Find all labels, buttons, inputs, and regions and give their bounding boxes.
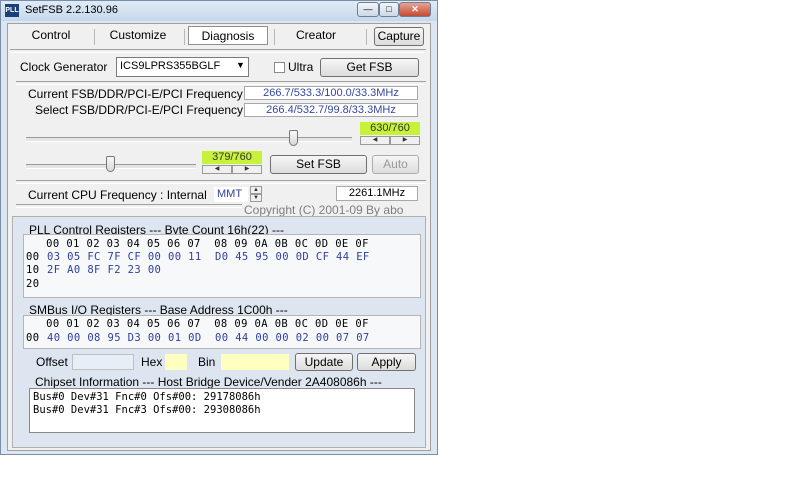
close-button[interactable]: ✕ xyxy=(399,2,431,17)
ultra-label: Ultra xyxy=(288,60,314,74)
fsb-slider-fine[interactable] xyxy=(26,152,196,176)
clock-generator-select[interactable]: ICS9LPRS355BGLF ▼ xyxy=(116,57,249,77)
clock-generator-value: ICS9LPRS355BGLF xyxy=(120,60,221,72)
offset-label: Offset xyxy=(36,355,68,369)
set-fsb-button[interactable]: Set FSB xyxy=(270,155,367,174)
fsb-slider-fine-readout: 379/760 xyxy=(202,151,262,164)
minimize-button[interactable]: — xyxy=(357,2,379,17)
bin-label: Bin xyxy=(198,355,216,369)
slider-thumb[interactable] xyxy=(106,156,115,172)
pll-row-bytes[interactable]: 03 05 FC 7F CF 00 00 11 D0 45 95 00 0D C… xyxy=(47,251,370,264)
get-fsb-button[interactable]: Get FSB xyxy=(320,58,419,77)
tab-separator xyxy=(274,29,275,45)
tab-separator xyxy=(184,29,185,45)
chevron-down-icon: ▼ xyxy=(236,60,245,70)
offset-input[interactable] xyxy=(72,354,134,370)
tab-customize[interactable]: Customize xyxy=(98,26,178,45)
divider xyxy=(16,81,426,85)
fsb-slider-coarse[interactable] xyxy=(26,127,352,149)
tab-creator[interactable]: Creator xyxy=(278,26,354,45)
clock-generator-label: Clock Generator xyxy=(20,60,108,74)
capture-button[interactable]: Capture xyxy=(374,27,424,46)
fsb-slider-coarse-readout: 630/760 xyxy=(360,122,420,135)
auto-button[interactable]: Auto xyxy=(372,155,419,174)
bin-input[interactable] xyxy=(221,354,289,370)
chipset-info-line: Bus#0 Dev#31 Fnc#3 Ofs#00: 29308086h xyxy=(33,404,261,416)
copyright-text: Copyright (C) 2001-09 By abo xyxy=(244,203,404,217)
smbus-column-header: 00 01 02 03 04 05 06 07 08 09 0A 0B 0C 0… xyxy=(26,318,369,330)
current-frequency-value: 266.7/533.3/100.0/33.3MHz xyxy=(244,86,418,100)
slider-thumb[interactable] xyxy=(289,130,298,146)
divider xyxy=(10,49,426,53)
maximize-button[interactable]: □ xyxy=(379,2,399,17)
tab-control[interactable]: Control xyxy=(14,26,88,45)
smbus-row-bytes[interactable]: 40 00 08 95 D3 00 01 0D 00 44 00 00 02 0… xyxy=(47,332,370,345)
divider xyxy=(16,204,242,208)
update-button[interactable]: Update xyxy=(295,353,353,371)
pll-row-address: 00 xyxy=(26,251,40,263)
hex-label: Hex xyxy=(141,355,163,369)
up-arrow-icon[interactable]: ▲ xyxy=(250,186,262,194)
left-arrow-icon[interactable]: ◀ xyxy=(360,136,390,145)
left-arrow-icon[interactable]: ◀ xyxy=(202,165,232,174)
current-frequency-label: Current FSB/DDR/PCI-E/PCI Frequency xyxy=(28,87,243,101)
down-arrow-icon[interactable]: ▼ xyxy=(250,194,262,202)
tab-diagnosis[interactable]: Diagnosis xyxy=(188,26,268,45)
title-bar[interactable]: PLL SetFSB 2.2.130.96 — □ ✕ xyxy=(1,1,437,21)
pll-row-bytes[interactable]: 2F A0 8F F2 23 00 xyxy=(47,264,161,277)
window-title: SetFSB 2.2.130.96 xyxy=(25,4,118,16)
cpu-frequency-value: 2261.1MHz xyxy=(336,186,418,201)
pll-registers-box: 00 01 02 03 04 05 06 07 08 09 0A 0B 0C 0… xyxy=(23,234,421,298)
app-icon: PLL xyxy=(5,4,19,17)
right-arrow-icon[interactable]: ▶ xyxy=(390,136,420,145)
smbus-registers-box: 00 01 02 03 04 05 06 07 08 09 0A 0B 0C 0… xyxy=(23,315,421,349)
cpu-mode-field[interactable]: MMT xyxy=(214,187,248,202)
select-frequency-label: Select FSB/DDR/PCI-E/PCI Frequency xyxy=(35,103,244,117)
ultra-checkbox[interactable] xyxy=(274,62,285,73)
chipset-info-line: Bus#0 Dev#31 Fnc#0 Ofs#00: 29178086h xyxy=(33,391,261,403)
smbus-row-address: 00 xyxy=(26,332,40,344)
tab-separator xyxy=(366,29,367,45)
cpu-mode-value: MMT xyxy=(217,188,243,200)
chipset-info-box[interactable]: Bus#0 Dev#31 Fnc#0 Ofs#00: 29178086h Bus… xyxy=(29,388,415,433)
pll-column-header: 00 01 02 03 04 05 06 07 08 09 0A 0B 0C 0… xyxy=(26,238,369,250)
pll-row-address: 10 xyxy=(26,264,40,276)
apply-button[interactable]: Apply xyxy=(357,353,416,371)
hex-input[interactable] xyxy=(165,354,187,370)
slider-track xyxy=(26,137,352,142)
setfsb-window: PLL SetFSB 2.2.130.96 — □ ✕ Control Cust… xyxy=(0,0,438,455)
divider xyxy=(16,180,426,184)
register-panel: PLL Control Registers --- Byte Count 16h… xyxy=(12,216,426,448)
right-arrow-icon[interactable]: ▶ xyxy=(232,165,262,174)
pll-row-address: 20 xyxy=(26,278,40,290)
client-area: Control Customize Diagnosis Creator Capt… xyxy=(7,23,431,451)
chipset-info-header: Chipset Information --- Host Bridge Devi… xyxy=(35,375,382,389)
cpu-frequency-label: Current CPU Frequency : Internal xyxy=(28,188,207,202)
tab-separator xyxy=(94,29,95,45)
select-frequency-value: 266.4/532.7/99.8/33.3MHz xyxy=(244,103,418,117)
